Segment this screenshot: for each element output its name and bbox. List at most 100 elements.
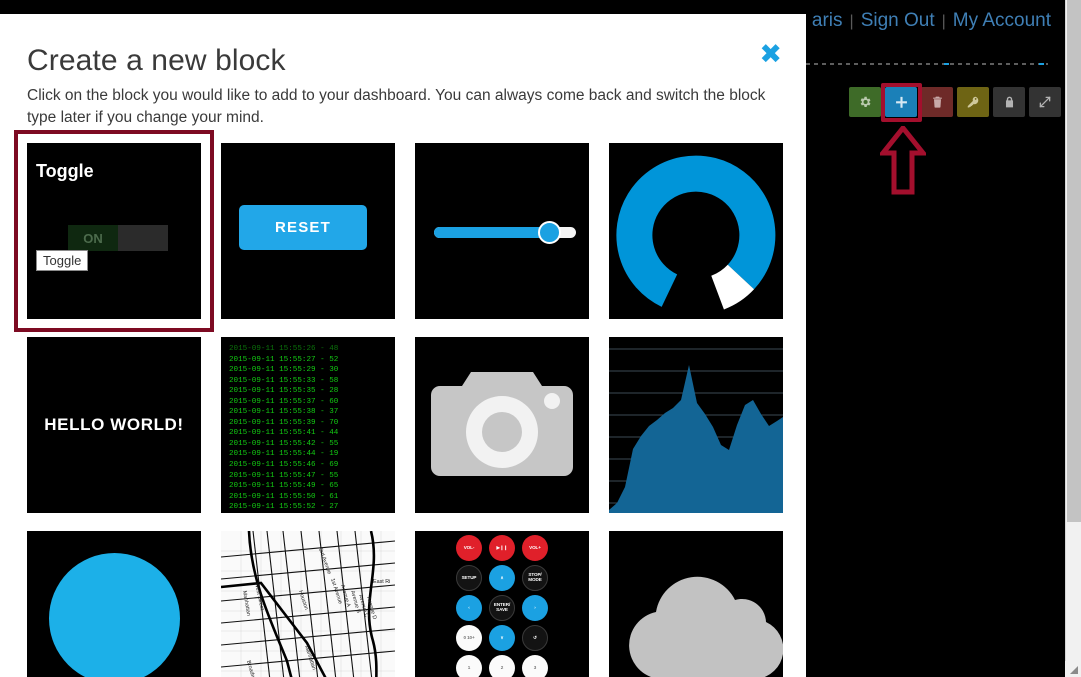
page-scrollbar[interactable] [1065, 0, 1081, 677]
keypad-button[interactable]: SETUP [456, 565, 482, 591]
log-line: 2015-09-11 15:55:38 - 37 [229, 408, 339, 417]
block-type-grid: Toggle ON Toggle RESET HELLO WORLD! 2015… [14, 130, 799, 677]
map-preview: West Street 3rd Avenue 1st Avenue Avenue… [221, 531, 395, 677]
plus-icon [894, 95, 909, 110]
block-option-toggle-wrapper: Toggle ON Toggle [14, 130, 214, 332]
keypad-preview: VOL- ▶❙❙ VOL+ SETUP ∧ STOP/ MODE ‹ ENTER/ SAVE ›… [415, 531, 589, 677]
cloud-icon [629, 576, 783, 677]
log-line: 2015-09-11 15:55:29 - 30 [229, 366, 339, 375]
block-option-slider[interactable] [415, 143, 589, 319]
block-option-text[interactable]: HELLO WORLD! [27, 337, 201, 513]
log-line: 2015-09-11 15:55:42 - 55 [229, 439, 339, 448]
modal-title: Create a new block [27, 44, 286, 77]
keypad-button[interactable]: 2 [489, 655, 515, 677]
nav-separator-2: | [941, 13, 946, 30]
divider-accent-dot [944, 63, 949, 65]
keypad-button[interactable]: STOP/ MODE [522, 565, 548, 591]
toggle-switch-on-label: ON [68, 225, 118, 251]
settings-button[interactable] [849, 87, 881, 117]
expand-icon [1038, 95, 1052, 109]
log-line: 2015-09-11 15:55:35 - 28 [229, 387, 339, 396]
keypad-button[interactable]: VOL- [456, 535, 482, 561]
log-line: 2015-09-11 15:55:37 - 60 [229, 397, 339, 406]
log-line: 2015-09-11 15:55:49 - 65 [229, 482, 339, 491]
text-block-preview: HELLO WORLD! [44, 415, 184, 434]
keypad-row: ‹ ENTER/ SAVE › [415, 595, 589, 621]
resize-grip[interactable] [1065, 661, 1081, 677]
block-option-map[interactable]: West Street 3rd Avenue 1st Avenue Avenue… [221, 531, 395, 677]
chart-area-path [609, 365, 783, 513]
block-option-toggle[interactable]: Toggle ON Toggle [27, 143, 201, 319]
key-icon [966, 95, 980, 109]
log-line: 2015-09-11 15:55:26 - 48 [229, 345, 339, 353]
slider-knob [538, 221, 561, 244]
annotation-up-arrow [877, 123, 929, 201]
camera-icon [431, 372, 573, 476]
toggle-switch-off-half [118, 225, 168, 251]
top-navigation: aris | Sign Out | My Account [812, 10, 1051, 32]
log-line: 2015-09-11 15:55:52 - 27 [229, 503, 339, 512]
block-option-gauge[interactable] [609, 143, 783, 319]
block-option-button[interactable]: RESET [221, 143, 395, 319]
dashed-divider [806, 63, 1048, 65]
log-line: 2015-09-11 15:55:44 - 19 [229, 450, 339, 459]
create-block-modal: ✖ Create a new block Click on the block … [0, 14, 806, 677]
block-option-cloud[interactable] [609, 531, 783, 677]
toggle-block-title: Toggle [36, 161, 94, 181]
log-line: 2015-09-11 15:55:39 - 70 [229, 418, 339, 427]
divider-accent-dot-end [1039, 63, 1044, 65]
fullscreen-button[interactable] [1029, 87, 1061, 117]
scrollbar-thumb[interactable] [1067, 0, 1081, 522]
log-line: 2015-09-11 15:55:33 - 58 [229, 376, 339, 385]
modal-subtitle: Click on the block you would like to add… [27, 87, 766, 127]
keypad-button[interactable]: 0 10+ [456, 625, 482, 651]
keypad-row: 0 10+ ∨ ↺ [415, 625, 589, 651]
sign-out-link[interactable]: Sign Out [861, 10, 935, 31]
keypad-button[interactable]: ↺ [522, 625, 548, 651]
keypad-row: VOL- ▶❙❙ VOL+ [415, 535, 589, 561]
toggle-switch[interactable]: ON [68, 225, 168, 251]
add-block-button[interactable] [885, 87, 917, 117]
lock-icon [1003, 95, 1016, 109]
keypad-row: 123 [415, 655, 589, 677]
block-option-log[interactable]: 2015-09-11 15:55:26 - 48 2015-09-11 15:55… [221, 337, 395, 513]
keypad-button[interactable]: ∨ [489, 625, 515, 651]
reset-button-preview: RESET [239, 205, 367, 250]
keypad-button[interactable]: 1 [456, 655, 482, 677]
block-option-image[interactable] [415, 337, 589, 513]
circle-preview [49, 553, 180, 677]
log-line: 2015-09-11 15:55:41 - 44 [229, 429, 339, 438]
keypad-button[interactable]: ∧ [489, 565, 515, 591]
slider-fill [434, 227, 547, 238]
log-block-preview: 2015-09-11 15:55:26 - 48 2015-09-11 15:55… [221, 337, 395, 513]
keypad-button[interactable]: ‹ [456, 595, 482, 621]
dashboard-toolbar [849, 87, 1061, 117]
lock-button[interactable] [993, 87, 1025, 117]
block-option-keypad[interactable]: VOL- ▶❙❙ VOL+ SETUP ∧ STOP/ MODE ‹ ENTER/ SAVE ›… [415, 531, 589, 677]
username-label: aris [811, 10, 843, 31]
gear-icon [858, 95, 872, 109]
keypad-button[interactable]: 3 [522, 655, 548, 677]
delete-button[interactable] [921, 87, 953, 117]
close-icon[interactable]: ✖ [759, 41, 782, 68]
my-account-link[interactable]: My Account [953, 10, 1051, 31]
keypad-button[interactable]: ENTER/ SAVE [489, 595, 515, 621]
svg-text:East Ri: East Ri [373, 579, 390, 585]
log-line: 2015-09-11 15:55:50 - 61 [229, 492, 339, 501]
slider-track [434, 221, 576, 244]
api-key-button[interactable] [957, 87, 989, 117]
keypad-row: SETUP ∧ STOP/ MODE [415, 565, 589, 591]
log-line: 2015-09-11 15:55:47 - 55 [229, 471, 339, 480]
keypad-button[interactable]: ▶❙❙ [489, 535, 515, 561]
keypad-button[interactable]: › [522, 595, 548, 621]
gauge-preview [616, 155, 776, 310]
area-chart-preview [609, 348, 783, 513]
toggle-tooltip: Toggle [36, 250, 89, 271]
log-line: 2015-09-11 15:55:46 - 69 [229, 461, 339, 470]
block-option-circle[interactable] [27, 531, 201, 677]
keypad-button[interactable]: VOL+ [522, 535, 548, 561]
block-option-chart[interactable] [609, 337, 783, 513]
nav-separator-1: | [849, 13, 854, 30]
log-line: 2015-09-11 15:55:27 - 52 [229, 355, 339, 364]
trash-icon [931, 95, 944, 109]
